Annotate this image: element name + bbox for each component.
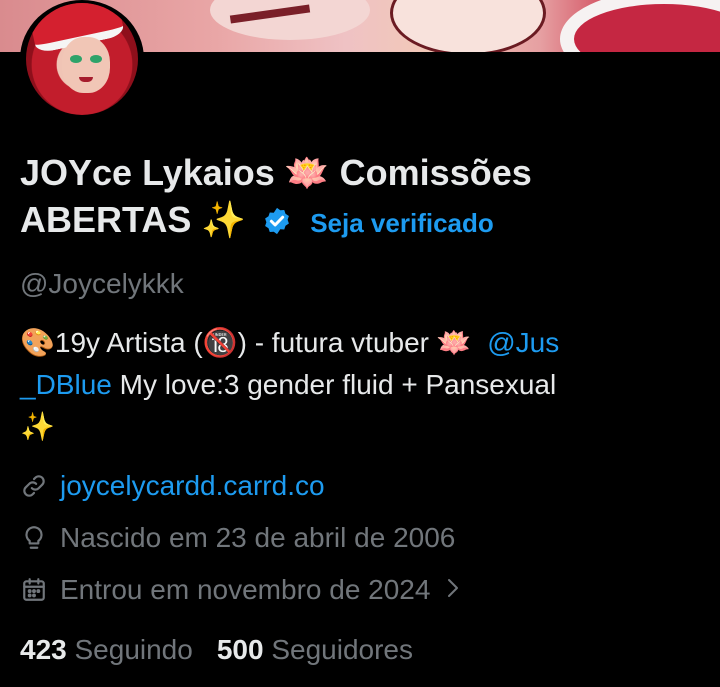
palette-emoji: 🎨 <box>20 326 55 359</box>
name-text: ABERTAS <box>20 199 192 240</box>
lotus-emoji: 🪷 <box>436 326 472 359</box>
location-pin-icon <box>20 524 48 552</box>
lotus-emoji: 🪷 <box>284 153 330 194</box>
profile-bio: 🎨19y Artista (🔞) - futura vtuber 🪷 @Jus _… <box>20 322 700 448</box>
followers-label: Seguidores <box>271 634 413 665</box>
following-count: 423 <box>20 634 67 665</box>
get-verified-link[interactable]: Seja verificado <box>310 208 494 238</box>
banner-art <box>390 0 546 52</box>
joined-date: Entrou em novembro de 2024 <box>60 574 431 605</box>
banner-art <box>560 0 720 52</box>
follow-stats: 423 Seguindo 500 Seguidores <box>20 634 413 666</box>
link-icon <box>20 472 48 500</box>
mention-link[interactable]: @Jus <box>487 327 559 358</box>
mention-link[interactable]: _DBlue <box>20 369 112 400</box>
followers-count: 500 <box>216 634 264 665</box>
calendar-icon <box>20 576 48 604</box>
bio-text: 19y Artista ( <box>54 327 203 358</box>
username-handle: @Joycelykkk <box>20 268 184 299</box>
birth-date: Nascido em 23 de abril de 2006 <box>60 522 456 553</box>
verified-badge-icon[interactable] <box>262 201 292 247</box>
sparkles-emoji: ✨ <box>20 410 55 443</box>
name-text: JOYce Lykaios <box>20 152 275 193</box>
bio-text: ) - futura vtuber <box>237 327 437 358</box>
website-link[interactable]: joycelycardd.carrd.co <box>60 470 325 502</box>
avatar-image <box>26 3 138 115</box>
chevron-right-icon[interactable] <box>444 574 462 606</box>
website-row[interactable]: joycelycardd.carrd.co <box>20 470 325 502</box>
bio-text: My love:3 gender fluid + Pansexual <box>111 369 557 400</box>
joined-row[interactable]: Entrou em novembro de 2024 <box>20 574 462 606</box>
birth-row: Nascido em 23 de abril de 2006 <box>20 522 455 554</box>
avatar[interactable] <box>20 0 144 118</box>
no-under-18-emoji: 🔞 <box>202 326 238 359</box>
following-label: Seguindo <box>74 634 193 665</box>
followers-stat[interactable]: 500 Seguidores <box>217 634 413 665</box>
sparkles-emoji: ✨ <box>201 200 247 241</box>
display-name: JOYce Lykaios 🪷 Comissões ABERTAS ✨ Seja… <box>20 150 710 247</box>
name-text: Comissões <box>339 152 532 193</box>
following-stat[interactable]: 423 Seguindo <box>20 634 193 665</box>
